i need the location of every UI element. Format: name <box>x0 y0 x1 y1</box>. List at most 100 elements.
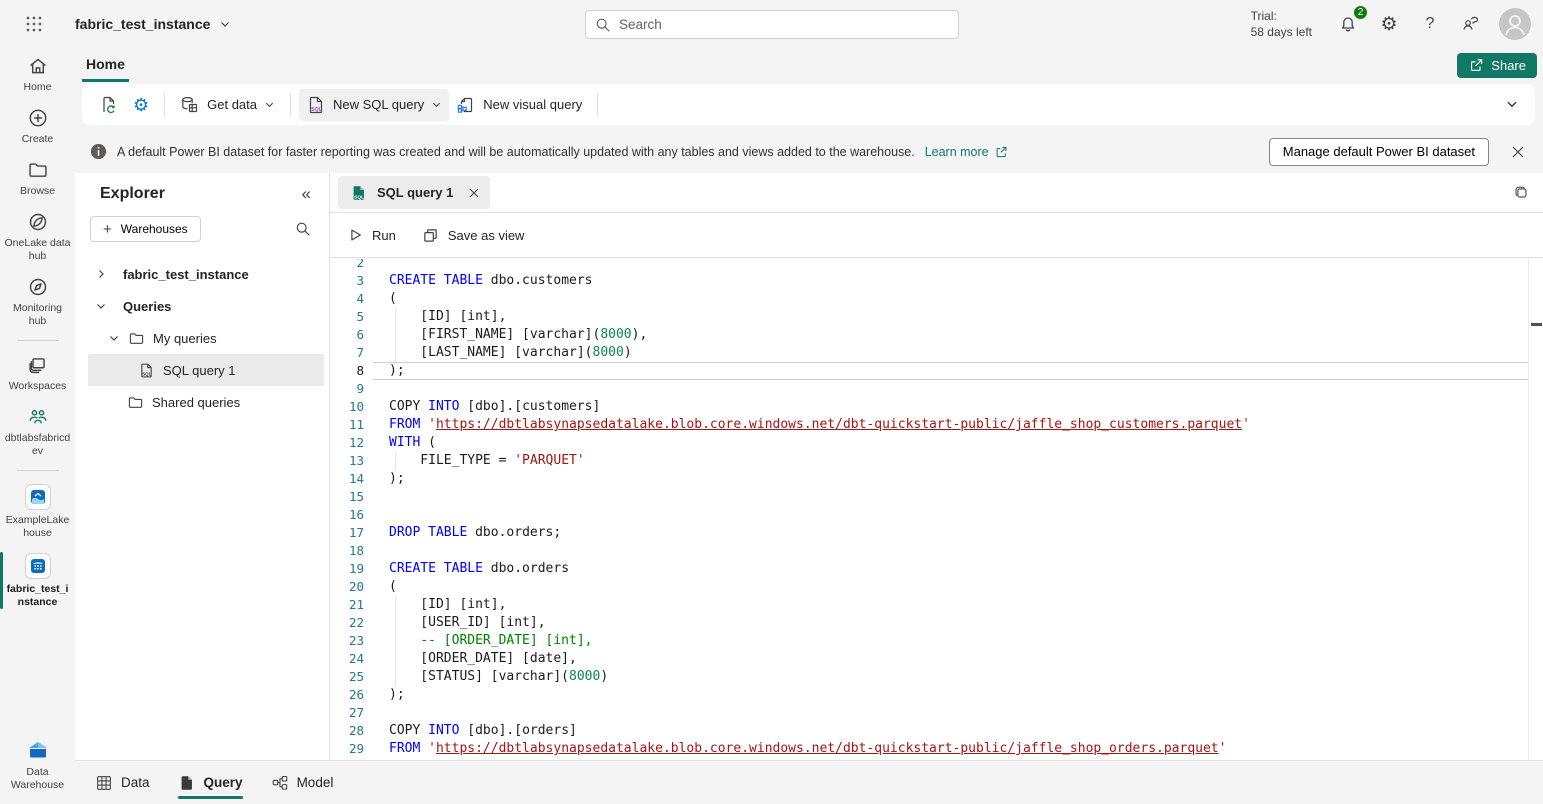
ribbon-toolbar: ⚙ Get data SQL New SQL query New visual … <box>82 84 1535 125</box>
line-number: 3 <box>330 272 364 290</box>
code-line[interactable]: 17DROP TABLE dbo.orders; <box>330 524 1543 542</box>
nav-item-examplelakehouse[interactable]: ExampleLakehouse <box>0 477 75 546</box>
share-icon <box>1468 57 1484 73</box>
nav-item-home[interactable]: Home <box>0 48 75 100</box>
line-number: 11 <box>330 416 364 434</box>
line-number: 18 <box>330 542 364 560</box>
close-query-tab-button[interactable] <box>468 187 480 199</box>
code-line[interactable]: 4( <box>330 290 1543 308</box>
code-line[interactable]: 26); <box>330 686 1543 704</box>
tab-query[interactable]: Query <box>178 761 243 804</box>
tab-model[interactable]: Model <box>271 761 334 804</box>
code-line[interactable]: 8); <box>330 362 1543 380</box>
code-line[interactable]: 19CREATE TABLE dbo.orders <box>330 560 1543 578</box>
avatar[interactable] <box>1499 8 1531 40</box>
code-line[interactable]: 29 FROM 'https://dbtlabsynapsedatalake.bl… <box>330 740 1543 758</box>
line-number: 4 <box>330 290 364 308</box>
run-button[interactable]: Run <box>347 227 396 243</box>
code-line[interactable]: 14); <box>330 470 1543 488</box>
query-tab-sql-query-1[interactable]: SQL SQL query 1 <box>338 176 490 209</box>
nav-item-onelake-data-hub[interactable]: OneLake data hub <box>0 204 75 269</box>
tab-data[interactable]: Data <box>95 761 150 804</box>
ribbon-collapse-button[interactable] <box>1505 97 1519 111</box>
code-line[interactable]: 9 <box>330 380 1543 398</box>
sql-document-icon: SQL <box>306 95 326 115</box>
content-area: Explorer « + Warehouses fabric_test_i <box>75 173 1543 760</box>
banner-close-button[interactable] <box>1511 145 1525 159</box>
tab-home[interactable]: Home <box>82 48 129 82</box>
code-line[interactable]: 18 <box>330 542 1543 560</box>
nav-item-workspaces[interactable]: Workspaces <box>0 347 75 399</box>
code-line[interactable]: 10COPY INTO [dbo].[customers] <box>330 398 1543 416</box>
nav-item-monitoring-hub[interactable]: Monitoring hub <box>0 269 75 334</box>
tree-item-warehouse[interactable]: fabric_test_instance <box>75 258 329 290</box>
refresh-doc-icon <box>99 95 119 115</box>
help-button[interactable]: ? <box>1417 11 1443 37</box>
waffle-menu-icon[interactable] <box>22 12 46 36</box>
code-line[interactable]: 3CREATE TABLE dbo.customers <box>330 272 1543 290</box>
code-line[interactable]: 21 [ID] [int], <box>330 596 1543 614</box>
code-text: [USER_ID] [int], <box>373 614 1528 632</box>
explorer-search-button[interactable] <box>295 221 311 237</box>
nav-item-fabric-test-instance[interactable]: fabric_test_instance <box>0 546 75 615</box>
line-number: 29 <box>330 740 364 758</box>
code-line[interactable]: 15 <box>330 488 1543 506</box>
line-number: 27 <box>330 704 364 722</box>
code-line[interactable]: 7 [LAST_NAME] [varchar](8000) <box>330 344 1543 362</box>
tree-item-queries[interactable]: Queries <box>75 290 329 322</box>
code-line[interactable]: 23 -- [ORDER_DATE] [int], <box>330 632 1543 650</box>
add-warehouses-button[interactable]: + Warehouses <box>90 216 201 242</box>
close-icon <box>468 187 480 199</box>
workspace-title-dropdown[interactable]: fabric_test_instance <box>75 16 231 32</box>
tree-item-sql-query-1[interactable]: SQL SQL query 1 <box>88 354 324 386</box>
chevron-down-icon <box>1505 97 1519 111</box>
search-input[interactable]: Search <box>585 10 959 39</box>
tree-item-my-queries[interactable]: My queries <box>75 322 329 354</box>
code-line[interactable]: 6 [FIRST_NAME] [varchar](8000), <box>330 326 1543 344</box>
share-button[interactable]: Share <box>1457 53 1537 78</box>
copy-button[interactable] <box>1512 184 1530 202</box>
code-text: FROM 'https://dbtlabsynapsedatalake.blob… <box>373 740 1528 758</box>
new-sql-query-button[interactable]: SQL New SQL query <box>299 89 449 121</box>
nav-item-create[interactable]: Create <box>0 100 75 152</box>
code-line[interactable]: 13 FILE_TYPE = 'PARQUET' <box>330 452 1543 470</box>
learn-more-link[interactable]: Learn more <box>925 145 1008 159</box>
code-line[interactable]: 24 [ORDER_DATE] [date], <box>330 650 1543 668</box>
rail-divider <box>17 340 59 341</box>
warehouses-row: + Warehouses <box>75 206 329 250</box>
code-line[interactable]: 27 <box>330 704 1543 722</box>
editor-scrollbar[interactable] <box>1528 259 1543 760</box>
code-line[interactable]: 2 <box>330 259 1543 272</box>
nav-item-data-warehouse[interactable]: Data Warehouse <box>0 731 75 798</box>
chevron-down-icon <box>264 99 275 110</box>
code-line[interactable]: 5 [ID] [int], <box>330 308 1543 326</box>
collapse-panel-button[interactable]: « <box>302 184 311 204</box>
code-line[interactable]: 11FROM 'https://dbtlabsynapsedatalake.bl… <box>330 416 1543 434</box>
code-lines: 23CREATE TABLE dbo.customers4(5 [ID] [in… <box>330 259 1543 758</box>
new-visual-query-button[interactable]: New visual query <box>449 89 589 121</box>
code-line[interactable]: 25 [STATUS] [varchar](8000) <box>330 668 1543 686</box>
get-data-button[interactable]: Get data <box>173 89 282 121</box>
search-icon <box>595 17 611 33</box>
manage-dataset-button[interactable]: Manage default Power BI dataset <box>1269 138 1489 166</box>
settings-button[interactable]: ⚙ <box>1376 11 1402 37</box>
nav-item-dbtlabsfabricdev[interactable]: dbtlabsfabricdev <box>0 399 75 464</box>
code-text: [LAST_NAME] [varchar](8000) <box>373 344 1528 362</box>
code-line[interactable]: 16 <box>330 506 1543 524</box>
settings-tool-button[interactable]: ⚙ <box>126 90 156 120</box>
nav-item-browse[interactable]: Browse <box>0 152 75 204</box>
line-number: 26 <box>330 686 364 704</box>
code-line[interactable]: 28COPY INTO [dbo].[orders] <box>330 722 1543 740</box>
save-as-view-button[interactable]: Save as view <box>422 227 525 244</box>
notifications-button[interactable]: 2 <box>1335 11 1361 37</box>
feedback-icon <box>1461 14 1481 34</box>
feedback-button[interactable] <box>1458 11 1484 37</box>
refresh-button[interactable] <box>92 89 126 121</box>
sql-editor[interactable]: 23CREATE TABLE dbo.customers4(5 [ID] [in… <box>330 259 1543 760</box>
tree-item-shared-queries[interactable]: Shared queries <box>75 386 329 418</box>
code-line[interactable]: 22 [USER_ID] [int], <box>330 614 1543 632</box>
line-number: 9 <box>330 380 364 398</box>
code-line[interactable]: 20( <box>330 578 1543 596</box>
chevron-down-icon <box>95 300 107 312</box>
code-line[interactable]: 12WITH ( <box>330 434 1543 452</box>
